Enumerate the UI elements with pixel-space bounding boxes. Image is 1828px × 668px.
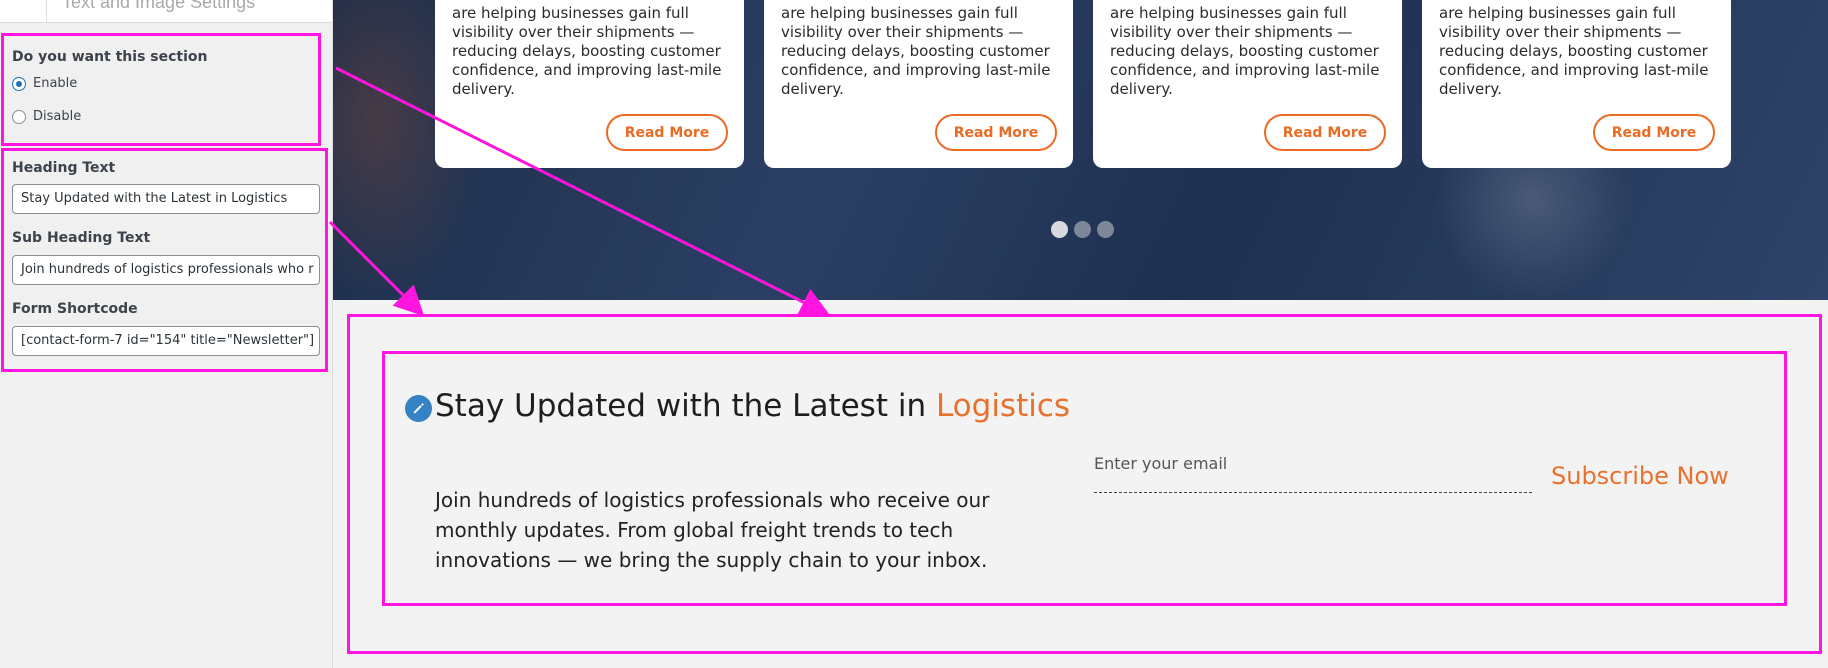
hero-slider: are helping businesses gain full visibil… [333,0,1828,300]
service-card: are helping businesses gain full visibil… [1093,0,1402,168]
service-card: are helping businesses gain full visibil… [1422,0,1731,168]
highlight-box [1,148,328,372]
service-card: are helping businesses gain full visibil… [764,0,1073,168]
highlight-box [1,33,321,146]
card-text: are helping businesses gain full visibil… [1439,4,1709,98]
card-text: are helping businesses gain full visibil… [781,4,1051,98]
section-header[interactable]: Text and Image Settings [0,0,332,23]
read-more-button[interactable]: Read More [1264,114,1386,151]
card-text: are helping businesses gain full visibil… [1110,4,1380,98]
slider-dot[interactable] [1097,221,1114,238]
slider-dots [1051,221,1114,238]
card-text: are helping businesses gain full visibil… [452,4,722,98]
highlight-box [382,351,1787,606]
read-more-button[interactable]: Read More [1593,114,1715,151]
header-divider [46,0,47,22]
section-title: Text and Image Settings [62,0,256,12]
service-card: are helping businesses gain full visibil… [435,0,744,168]
read-more-button[interactable]: Read More [935,114,1057,151]
slider-dot[interactable] [1051,221,1068,238]
read-more-button[interactable]: Read More [606,114,728,151]
slider-dot[interactable] [1074,221,1091,238]
